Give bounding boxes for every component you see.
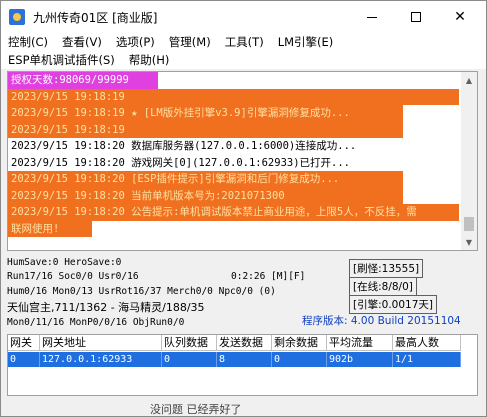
log-scrollbar[interactable]: ▲ ▼: [461, 72, 477, 250]
window-title: 九州传奇01区 [商业版]: [33, 10, 158, 25]
title-bar[interactable]: 九州传奇01区 [商业版] ✕: [1, 1, 486, 33]
col-queue-data[interactable]: 队列数据: [162, 335, 217, 351]
scroll-thumb[interactable]: [464, 217, 474, 231]
table-header: 网关 网关地址 队列数据 发送数据 剩余数据 平均流量 最高人数: [8, 335, 461, 351]
menu-row-1: 控制(C) 查看(V) 选项(P) 管理(M) 工具(T) LM引擎(E): [1, 33, 340, 51]
engine-box: [引擎:0.0017天]: [349, 295, 437, 314]
minimize-icon: [367, 16, 377, 18]
status-monster: 天仙宫主,711/1362 - 海马精灵/188/35: [7, 301, 205, 314]
menu-manage[interactable]: 管理(M): [162, 34, 218, 50]
status-save: HumSave:0 HeroSave:0: [7, 257, 122, 268]
cell-gateway: 0: [8, 352, 40, 367]
col-gateway-address[interactable]: 网关地址: [40, 335, 162, 351]
log-line: 2023/9/15 19:18:19 ★ [LM版外挂引擎v3.9]引擎漏洞修复…: [8, 105, 403, 122]
scroll-up-icon[interactable]: ▲: [461, 72, 477, 88]
close-button[interactable]: ✕: [438, 1, 482, 33]
log-line: 2023/9/15 19:18:19: [8, 88, 459, 105]
log-line: 2023/9/15 19:18:19: [8, 121, 403, 138]
gateway-table[interactable]: 网关 网关地址 队列数据 发送数据 剩余数据 平均流量 最高人数 0 127.0…: [7, 334, 478, 396]
close-icon: ✕: [454, 9, 466, 25]
log-line: 2023/9/15 19:18:20 [ESP插件提示]引擎漏洞和后门修复成功.…: [8, 171, 403, 188]
refresh-box: [刷怪:13555]: [349, 259, 424, 278]
cell-queue: 0: [162, 352, 217, 367]
cell-remaining: 0: [272, 352, 327, 367]
menu-help[interactable]: 帮助(H): [122, 52, 177, 68]
log-line: 2023/9/15 19:18:20 游戏网关[0](127.0.0.1:629…: [11, 156, 351, 169]
cell-traffic: 902b: [327, 352, 393, 367]
status-mon: Mon0/11/16 MonP0/0/16 ObjRun0/0: [7, 317, 185, 328]
menu-bar: 控制(C) 查看(V) 选项(P) 管理(M) 工具(T) LM引擎(E) ES…: [1, 33, 486, 69]
col-remaining-data[interactable]: 剩余数据: [272, 335, 327, 351]
menu-view[interactable]: 查看(V): [55, 34, 109, 50]
cell-send: 8: [217, 352, 272, 367]
menu-row-2: ESP单机调试插件(S) 帮助(H): [1, 51, 176, 69]
menu-lm-engine[interactable]: LM引擎(E): [271, 34, 341, 50]
program-version: 程序版本: 4.00 Build 20151104: [302, 315, 461, 327]
scroll-down-icon[interactable]: ▼: [461, 234, 477, 250]
online-box: [在线:8/8/0]: [349, 277, 417, 296]
menu-control[interactable]: 控制(C): [1, 34, 55, 50]
cell-address: 127.0.0.1:62933: [40, 352, 162, 367]
log-panel[interactable]: 授权天数:98069/99999 2023/9/15 19:18:19 2023/9…: [7, 71, 478, 251]
menu-options[interactable]: 选项(P): [109, 34, 162, 50]
status-run: Run17/16 Soc0/0 Usr0/16: [7, 271, 139, 282]
maximize-icon: [411, 12, 421, 22]
cell-max-players: 1/1: [393, 352, 461, 367]
log-line: 2023/9/15 19:18:20 公告提示:单机调试版本禁止商业用途，上限5…: [8, 204, 459, 221]
col-max-players[interactable]: 最高人数: [393, 335, 461, 351]
log-line: 联网使用!: [8, 220, 92, 237]
status-time: 0:2:26 [M][F]: [231, 271, 306, 282]
col-send-data[interactable]: 发送数据: [217, 335, 272, 351]
menu-esp-plugin[interactable]: ESP单机调试插件(S): [1, 52, 122, 68]
log-lines: 授权天数:98069/99999 2023/9/15 19:18:19 2023/9…: [8, 72, 462, 237]
status-area: HumSave:0 HeroSave:0 Run17/16 Soc0/0 Usr…: [7, 255, 478, 331]
log-line: 授权天数:98069/99999: [8, 72, 158, 89]
main-window: 九州传奇01区 [商业版] ✕ 控制(C) 查看(V) 选项(P) 管理(M) …: [0, 0, 487, 417]
col-gateway[interactable]: 网关: [8, 335, 40, 351]
log-line: 2023/9/15 19:18:20 当前单机版本号为:2021071300: [8, 187, 403, 204]
col-average-traffic[interactable]: 平均流量: [327, 335, 393, 351]
maximize-button[interactable]: [394, 1, 438, 33]
status-hum: Hum0/16 Mon0/13 UsrRot16/37 Merch0/0 Npc…: [7, 286, 276, 297]
menu-tools[interactable]: 工具(T): [218, 34, 271, 50]
minimize-button[interactable]: [350, 1, 394, 33]
background-chat-text: 没问题 已经弄好了: [150, 403, 242, 416]
app-icon: [9, 9, 25, 25]
table-row[interactable]: 0 127.0.0.1:62933 0 8 0 902b 1/1: [8, 352, 461, 367]
log-line: 2023/9/15 19:18:20 数据库服务器(127.0.0.1:6000…: [11, 140, 357, 152]
